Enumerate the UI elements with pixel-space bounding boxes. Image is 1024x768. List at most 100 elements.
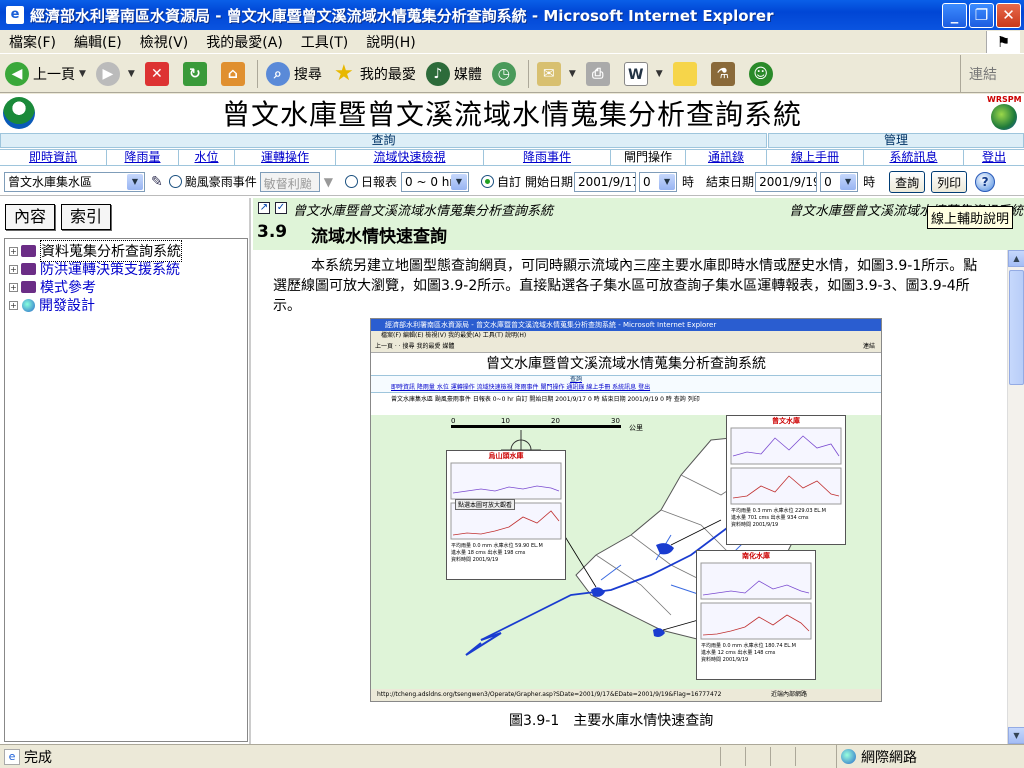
scroll-up-icon[interactable]: ▲ [1008, 250, 1024, 267]
scroll-thumb[interactable] [1009, 270, 1024, 385]
mail-button[interactable]: ✉ ▼ [532, 58, 581, 90]
panel-row: 平均雨量 0.3 mm 水庫水位 229.03 EL.M [731, 508, 826, 514]
close-button[interactable]: ✕ [996, 3, 1021, 28]
panel-row: 資料時間 2001/9/19 [731, 522, 779, 528]
back-arrow-icon: ◀ [5, 61, 29, 86]
expand-icon[interactable]: + [9, 300, 18, 310]
book-icon [21, 245, 36, 257]
menu-help[interactable]: 說明(H) [357, 32, 424, 52]
refresh-button[interactable]: ↻ [178, 58, 216, 90]
mail-dropdown-icon[interactable]: ▼ [569, 69, 576, 79]
end-hour-value: 0 [824, 174, 832, 189]
nav-gate-operation[interactable]: 閘門操作 [611, 150, 686, 165]
breadcrumb[interactable]: 曾文水庫暨曾文溪流域水情蒐集分析查詢系統 [293, 200, 553, 219]
end-hour-select[interactable]: 0 ▼ [820, 171, 859, 192]
nav-basin-quick-view[interactable]: 流域快速檢視 [336, 150, 484, 165]
reservoir-name: 曾文水庫 [772, 417, 800, 425]
nav-online-manual[interactable]: 線上手冊 [767, 150, 864, 165]
nav-logout[interactable]: 登出 [964, 150, 1024, 165]
daily-report-label: 日報表 [360, 175, 397, 189]
media-button[interactable]: ♪ 媒體 [421, 58, 487, 90]
reservoir-name: 烏山頭水庫 [488, 452, 524, 460]
stop-button[interactable]: ✕ [140, 58, 178, 90]
search-button[interactable]: ⌕ 搜尋 [261, 58, 327, 90]
figure-screenshot[interactable]: 經濟部水利署南區水資源局 - 曾文水庫暨曾文溪流域水情蒐集分析查詢系統 - Mi… [370, 318, 882, 702]
research-button[interactable]: ⚗ [706, 58, 744, 90]
chevron-down-icon: ▼ [840, 173, 857, 190]
expand-icon[interactable]: + [9, 282, 18, 292]
back-dropdown-icon[interactable]: ▼ [79, 69, 86, 79]
tab-contents[interactable]: 內容 [5, 204, 56, 230]
favorites-button[interactable]: ★ 我的最愛 [327, 58, 421, 90]
discuss-button[interactable] [668, 58, 706, 90]
daily-report-radio[interactable] [344, 175, 358, 188]
daily-hours-select[interactable]: 0 ~ 0 hr ▼ [401, 171, 469, 192]
end-date-field[interactable]: 2001/9/19 [755, 171, 818, 192]
scroll-down-icon[interactable]: ▼ [1008, 727, 1024, 744]
expand-icon[interactable]: + [9, 246, 18, 256]
menu-edit[interactable]: 編輯(E) [65, 32, 131, 52]
links-button[interactable]: 連結 [960, 55, 1024, 93]
custom-label: 自訂 [497, 175, 522, 189]
book-icon [21, 281, 36, 293]
print-page-button[interactable]: 列印 [931, 170, 968, 193]
nav-bar: 即時資訊 降雨量 水位 運轉操作 流域快速檢視 降雨事件 閘門操作 通訊錄 線上… [0, 149, 1024, 166]
checkbox-icon[interactable]: ✓ [275, 202, 287, 214]
nav-water-level[interactable]: 水位 [179, 150, 235, 165]
nav-contacts[interactable]: 通訊錄 [686, 150, 767, 165]
nav-realtime[interactable]: 即時資訊 [0, 150, 107, 165]
sync-toc-icon[interactable]: ↗ [258, 202, 270, 214]
pen-icon[interactable]: ✎ [151, 174, 163, 190]
messenger-button[interactable]: ☺ [744, 58, 782, 90]
typhoon-radio[interactable] [168, 175, 182, 188]
maximize-button[interactable]: ❐ [969, 3, 994, 28]
figure-toolbar: 上一頁 · · 搜尋 我的最愛 媒體 連結 [371, 341, 881, 353]
tree-item-label: 模式參考 [40, 280, 96, 296]
nav-rain-event[interactable]: 降雨事件 [484, 150, 611, 165]
forward-button[interactable]: ▶ ▼ [91, 58, 140, 90]
query-button[interactable]: 查詢 [889, 170, 926, 193]
reservoir-panel-tsengwen[interactable]: 曾文水庫 平均雨量 0.3 mm 水庫水位 229.03 EL.M 進水量 70… [726, 415, 846, 545]
help-icon[interactable]: ? [975, 171, 996, 192]
topic-paragraph: 本系統另建立地圖型態查詢網頁，可同時顯示流域內三座主要水庫即時水情或歷史水情，如… [273, 258, 978, 314]
history-button[interactable]: ◷ [487, 58, 525, 90]
menu-favorites[interactable]: 我的最愛(A) [197, 32, 292, 52]
reservoir-hydrograph[interactable] [697, 561, 815, 641]
nav-operation[interactable]: 運轉操作 [235, 150, 336, 165]
menu-file[interactable]: 檔案(F) [0, 32, 65, 52]
reservoir-panel-nanhua[interactable]: 南化水庫 平均雨量 0.0 mm 水庫水位 180.74 EL.M 進水量 12… [696, 550, 816, 680]
back-button[interactable]: ◀ 上一頁 ▼ [0, 58, 91, 90]
nav-rainfall[interactable]: 降雨量 [107, 150, 179, 165]
edit-dropdown-icon[interactable]: ▼ [656, 69, 663, 79]
status-divider [795, 747, 796, 766]
print-button[interactable]: ⎙ [581, 58, 619, 90]
tree-item-flood-decision[interactable]: + 防洪運轉決策支援系統 [9, 260, 243, 278]
security-zone[interactable]: 網際網路 [836, 745, 917, 768]
tree-item-model-reference[interactable]: + 模式參考 [9, 278, 243, 296]
topic-scrollbar[interactable]: ▲ ▼ [1007, 250, 1024, 744]
edit-button[interactable]: W ▼ [619, 58, 668, 90]
reservoir-hydrograph[interactable] [727, 426, 845, 506]
reservoir-panel-wushantou[interactable]: 烏山頭水庫 點選本圖可放大觀看 平均雨量 0.0 mm 水庫水位 59.90 E… [446, 450, 566, 580]
custom-radio[interactable] [481, 175, 494, 188]
minimize-button[interactable]: _ [942, 3, 967, 28]
expand-icon[interactable]: + [9, 264, 18, 274]
tree-item-data-analysis[interactable]: + 資料蒐集分析查詢系統 [9, 240, 243, 262]
wrspm-logo-text: WRSPM [987, 95, 1022, 104]
scale-tick: 20 [551, 417, 560, 425]
menu-view[interactable]: 檢視(V) [131, 32, 198, 52]
basin-select-value: 曾文水庫集水區 [8, 175, 93, 189]
forward-dropdown-icon[interactable]: ▼ [128, 69, 135, 79]
start-date-field[interactable]: 2001/9/17 [574, 171, 637, 192]
page-icon: e [4, 748, 20, 765]
start-hour-select[interactable]: 0 ▼ [639, 171, 678, 192]
typhoon-dropdown-icon[interactable]: ▼ [324, 175, 333, 189]
basin-select[interactable]: 曾文水庫集水區 ▼ [4, 171, 145, 192]
nav-system-message[interactable]: 系統訊息 [864, 150, 964, 165]
tree-item-development[interactable]: + 開發設計 [9, 296, 243, 314]
typhoon-event-field[interactable]: 敏督利颱 [259, 171, 320, 192]
menu-tools[interactable]: 工具(T) [292, 32, 357, 52]
section-number: 3.9 [257, 222, 288, 242]
tab-index[interactable]: 索引 [61, 204, 112, 230]
home-button[interactable]: ⌂ [216, 58, 254, 90]
